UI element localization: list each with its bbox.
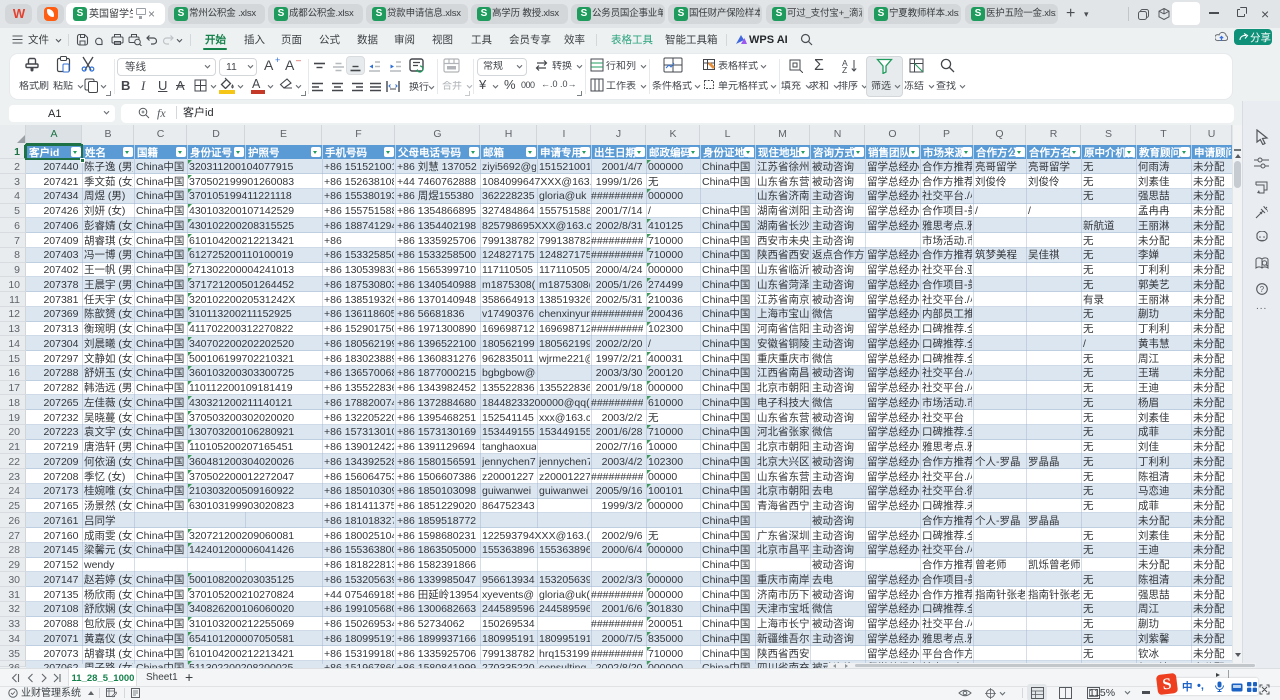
svg-text:Z: Z: [842, 65, 847, 73]
svg-text:?: ?: [1260, 285, 1265, 294]
